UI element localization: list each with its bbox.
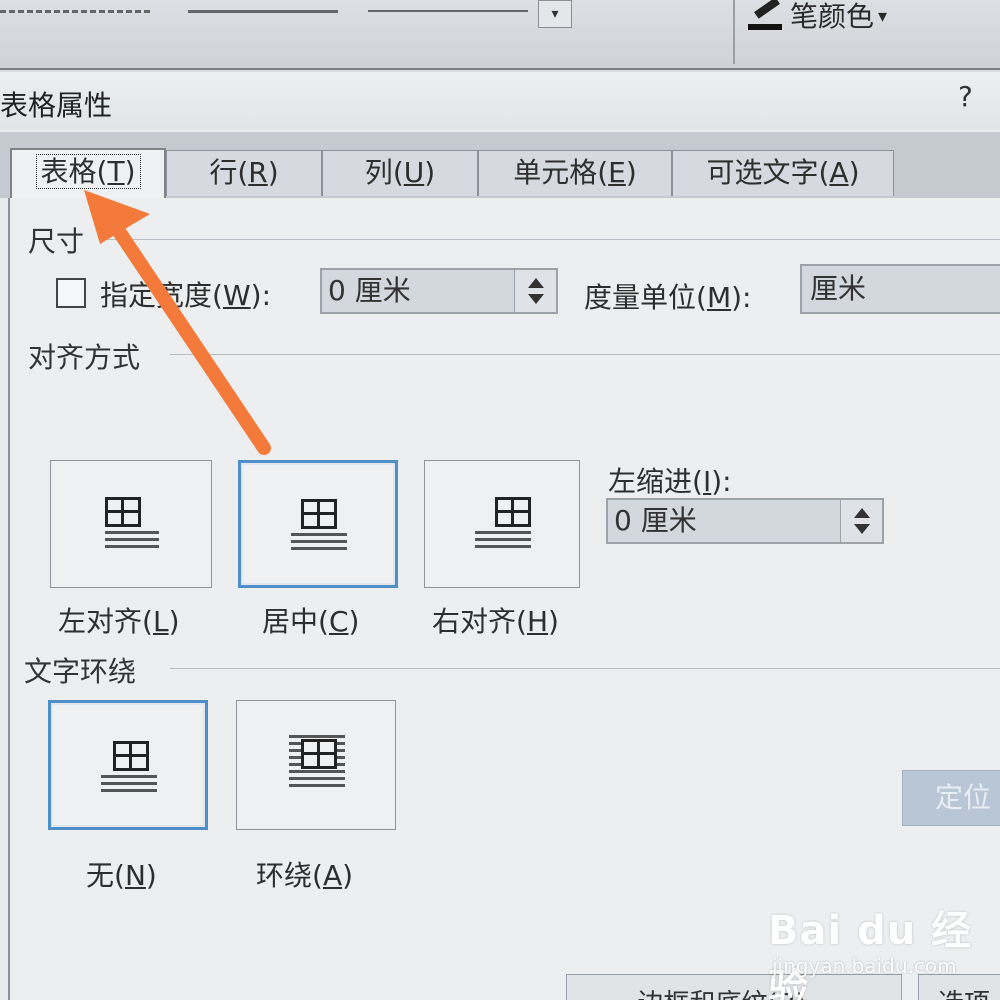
tab-alt-text[interactable]: 可选文字(A) bbox=[672, 150, 894, 196]
size-group-label: 尺寸 bbox=[28, 220, 93, 260]
tab-row[interactable]: 行(R) bbox=[166, 150, 322, 196]
toolbar-separator bbox=[733, 0, 735, 64]
wrapping-group-label: 文字环绕 bbox=[24, 650, 145, 690]
dialog-titlebar: 表格属性 ? bbox=[0, 72, 1000, 130]
spinner-buttons[interactable] bbox=[840, 500, 882, 542]
align-right-label: 右对齐(H) bbox=[432, 605, 559, 638]
unit-value: 厘米 bbox=[810, 272, 867, 305]
table-icon bbox=[495, 497, 531, 527]
wrap-none-label: 无(N) bbox=[86, 859, 157, 892]
text-lines-icon bbox=[105, 531, 159, 552]
unit-label: 度量单位(M): bbox=[584, 281, 752, 314]
align-left-label: 左对齐(L) bbox=[58, 605, 180, 638]
alignment-group-label: 对齐方式 bbox=[28, 336, 149, 376]
width-value: 0 厘米 bbox=[328, 274, 411, 307]
unit-select[interactable]: 厘米 bbox=[800, 264, 1000, 314]
align-left-option[interactable] bbox=[50, 460, 212, 588]
group-divider bbox=[100, 239, 1000, 240]
spin-up-icon[interactable] bbox=[528, 278, 544, 288]
align-center-label: 居中(C) bbox=[262, 605, 360, 638]
tab-cell[interactable]: 单元格(E) bbox=[478, 150, 672, 196]
group-divider bbox=[170, 354, 1000, 355]
spin-down-icon[interactable] bbox=[528, 294, 544, 304]
left-indent-value: 0 厘米 bbox=[614, 504, 697, 537]
left-indent-spinner[interactable]: 0 厘米 bbox=[606, 498, 884, 544]
dialog-title: 表格属性 bbox=[0, 89, 113, 122]
tab-strip: 表格(T) 行(R) 列(U) 单元格(E) 可选文字(A) bbox=[0, 132, 1000, 200]
spin-down-icon[interactable] bbox=[854, 524, 870, 534]
text-lines-icon bbox=[101, 775, 157, 796]
group-divider bbox=[170, 668, 1000, 669]
table-icon bbox=[301, 739, 337, 769]
watermark-brand: Bai du 经验 bbox=[768, 908, 973, 1000]
spin-up-icon[interactable] bbox=[854, 508, 870, 518]
width-spinner[interactable]: 0 厘米 bbox=[320, 268, 558, 314]
wrap-around-option[interactable] bbox=[236, 700, 396, 830]
table-icon bbox=[105, 497, 141, 527]
border-style-icon[interactable] bbox=[188, 10, 338, 26]
toolbar: ▾ 笔颜色 ▾ bbox=[0, 0, 1000, 70]
dropdown-chevron-icon[interactable]: ▾ bbox=[538, 0, 572, 28]
chevron-down-icon: ▾ bbox=[878, 6, 888, 27]
position-button[interactable]: 定位 bbox=[902, 770, 1000, 826]
pen-icon bbox=[748, 2, 788, 32]
tab-panel-table: 尺寸 指定宽度(W): 0 厘米 度量单位(M): 厘米 对齐方式 左对齐(L)… bbox=[8, 198, 1000, 1000]
border-style-icon[interactable] bbox=[368, 10, 528, 26]
align-right-option[interactable] bbox=[424, 460, 580, 588]
table-properties-dialog: 表格属性 ? 表格(T) 行(R) 列(U) 单元格(E) 可选文字(A) 尺寸 bbox=[0, 72, 1000, 1000]
spinner-buttons[interactable] bbox=[514, 270, 556, 312]
tab-column[interactable]: 列(U) bbox=[322, 150, 478, 196]
table-icon bbox=[113, 741, 149, 771]
baidu-jingyan-watermark: Bai du 经验 jingyan.baidu.com bbox=[768, 898, 988, 1000]
pen-color-button[interactable]: 笔颜色 ▾ bbox=[748, 0, 887, 34]
left-indent-label: 左缩进(I): bbox=[608, 465, 732, 498]
specify-width-checkbox[interactable] bbox=[56, 278, 86, 308]
pen-color-label: 笔颜色 bbox=[790, 0, 875, 33]
text-lines-icon bbox=[475, 531, 531, 552]
wrap-around-label: 环绕(A) bbox=[256, 859, 354, 892]
wrap-none-option[interactable] bbox=[48, 700, 208, 830]
table-icon bbox=[301, 499, 337, 529]
help-button[interactable]: ? bbox=[958, 80, 973, 113]
align-center-option[interactable] bbox=[238, 460, 398, 588]
text-lines-icon bbox=[291, 533, 347, 554]
border-style-icon[interactable] bbox=[0, 10, 150, 26]
tab-table[interactable]: 表格(T) bbox=[10, 148, 166, 200]
watermark-site: jingyan.baidu.com bbox=[772, 954, 957, 978]
specify-width-label: 指定宽度(W): bbox=[100, 279, 271, 312]
